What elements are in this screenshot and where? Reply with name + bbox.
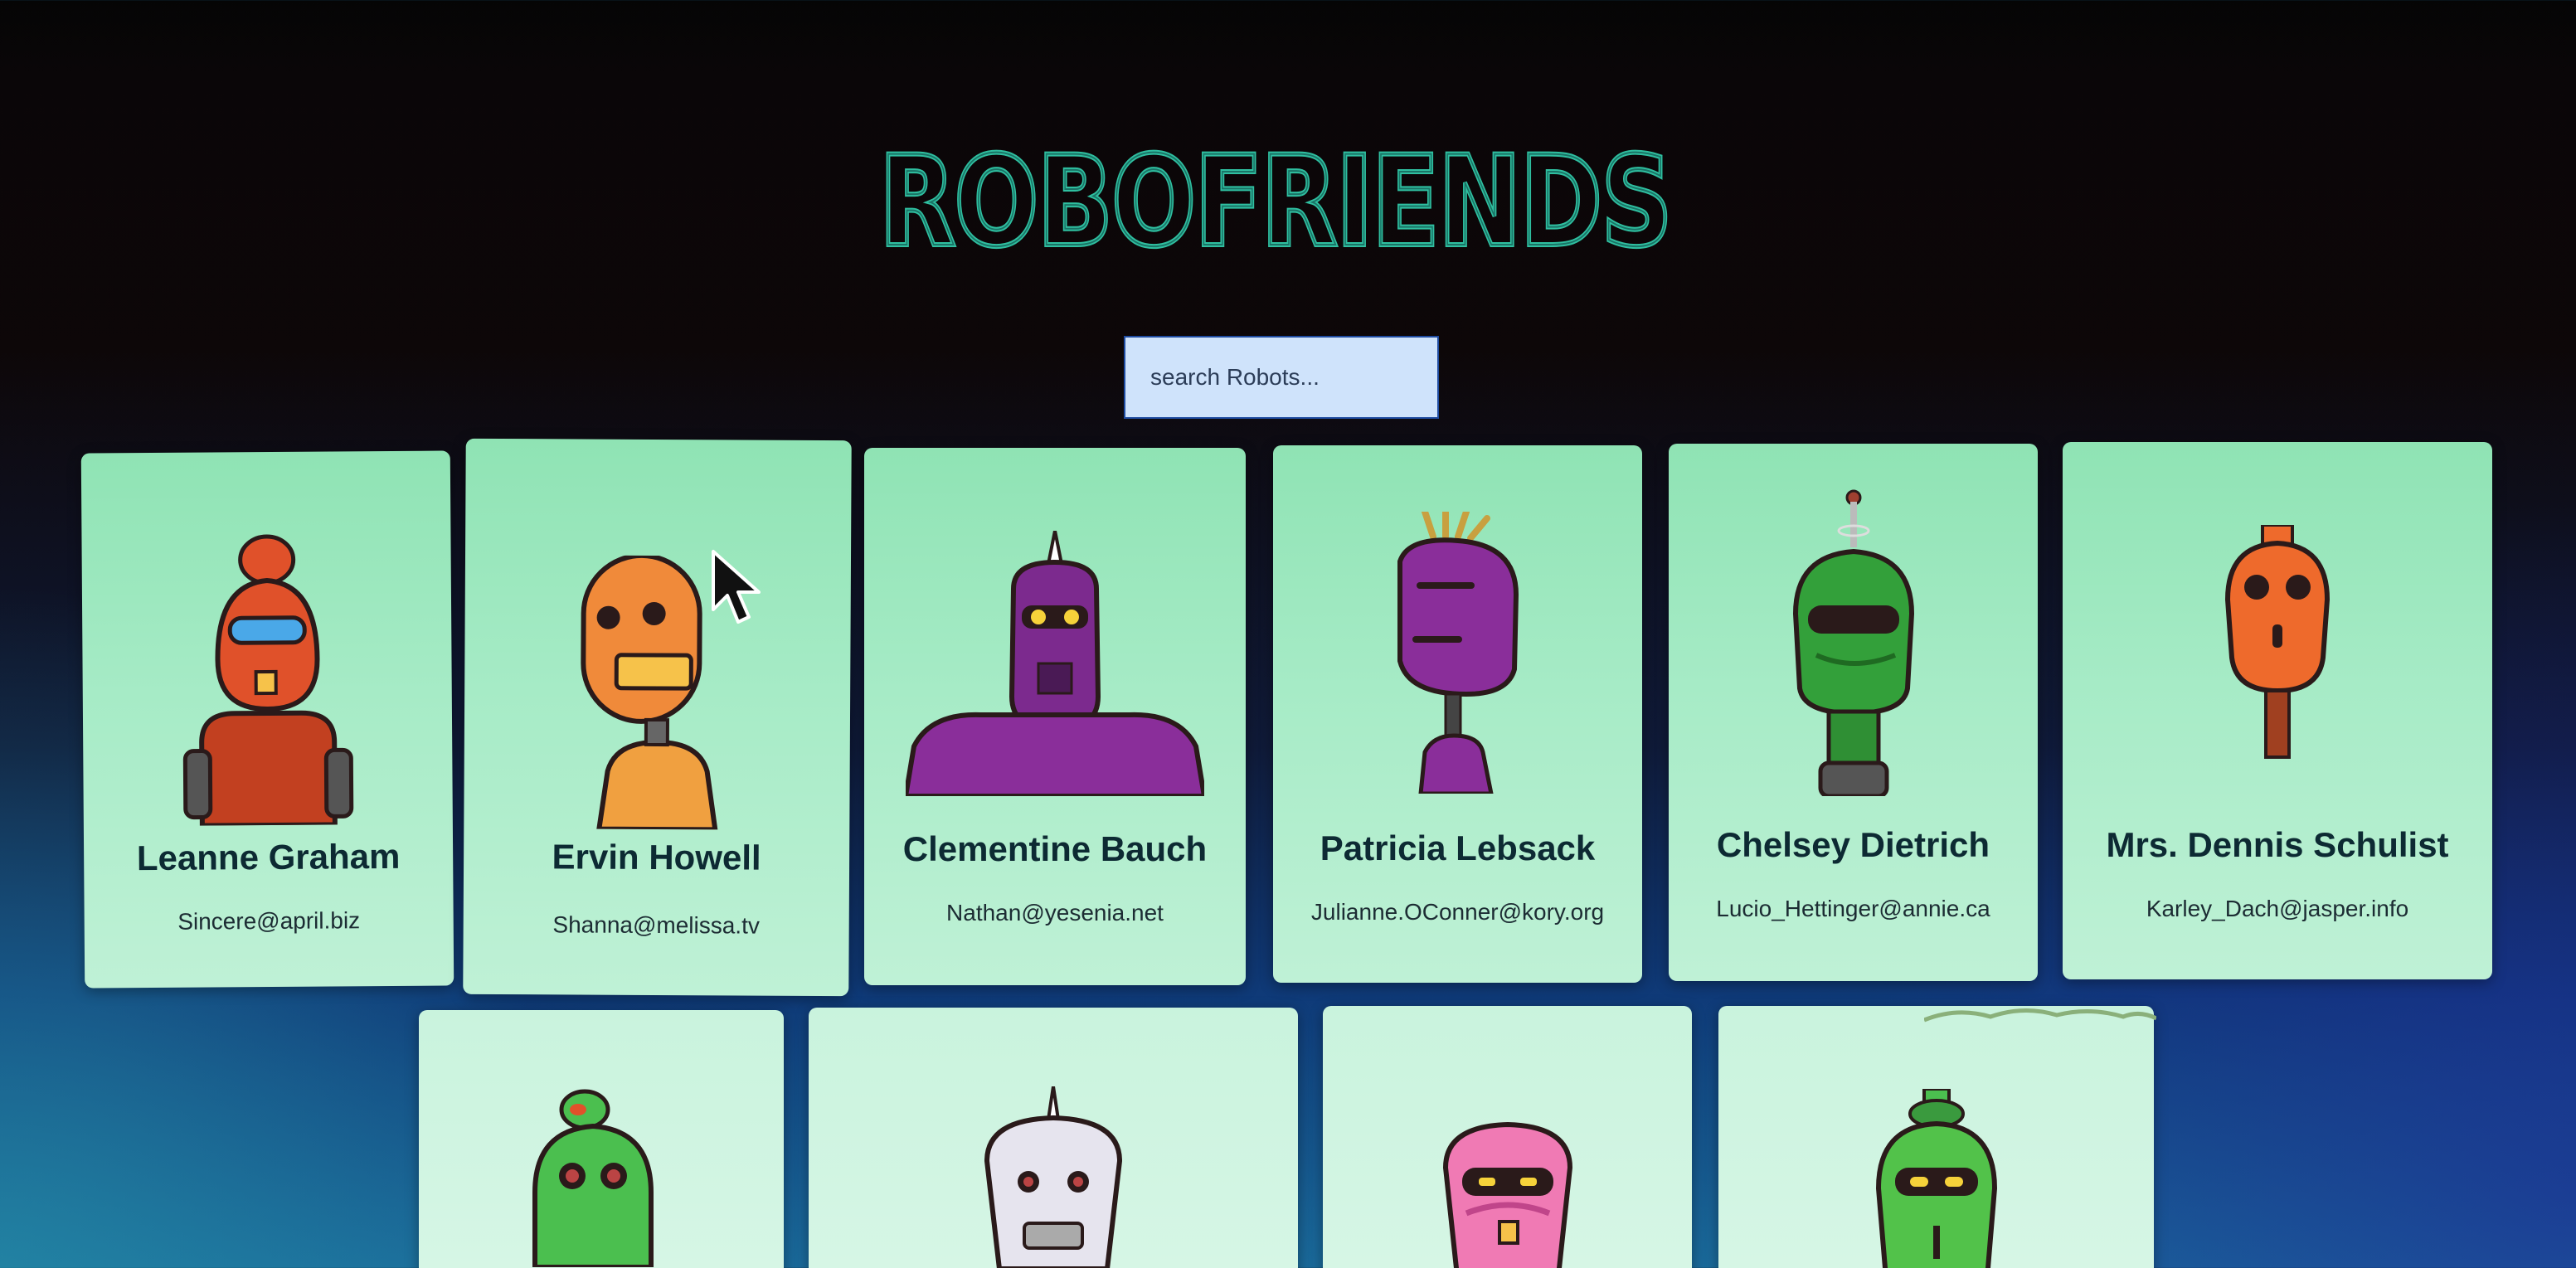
robot-card[interactable]: Ervin Howell Shanna@melissa.tv bbox=[463, 438, 852, 997]
robot-name: Leanne Graham bbox=[136, 836, 401, 878]
robot-email: Karley_Dach@jasper.info bbox=[2146, 896, 2409, 921]
robot-email: Julianne.OConner@kory.org bbox=[1310, 899, 1605, 925]
robot-card[interactable] bbox=[1323, 1006, 1692, 1268]
robot-name: Chelsey Dietrich bbox=[1716, 825, 1990, 864]
app-logo: ROBOFRIENDS ROBOFRIENDS bbox=[879, 137, 1675, 261]
robot-card[interactable] bbox=[1718, 1006, 2154, 1268]
robot-avatar bbox=[1875, 1089, 1997, 1268]
robot-name: Clementine Bauch bbox=[902, 829, 1208, 868]
robot-avatar bbox=[984, 1086, 1123, 1268]
robot-avatar bbox=[1792, 489, 1914, 796]
robot-card[interactable] bbox=[419, 1010, 784, 1268]
robot-avatar bbox=[1397, 512, 1519, 794]
robot-name: Mrs. Dennis Schulist bbox=[2106, 825, 2449, 864]
grass-decoration bbox=[1924, 1008, 2156, 1023]
robot-avatar bbox=[1442, 1121, 1572, 1268]
robot-card[interactable] bbox=[809, 1008, 1298, 1268]
robot-email: Lucio_Hettinger@annie.ca bbox=[1716, 896, 1990, 921]
robot-card[interactable]: Clementine Bauch Nathan@yesenia.net bbox=[864, 448, 1246, 985]
robot-email: Nathan@yesenia.net bbox=[946, 900, 1164, 925]
robot-avatar bbox=[2224, 525, 2331, 759]
robot-card[interactable]: Chelsey Dietrich Lucio_Hettinger@annie.c… bbox=[1669, 444, 2038, 981]
robot-name: Ervin Howell bbox=[552, 837, 761, 877]
robot-email: Shanna@melissa.tv bbox=[552, 911, 760, 939]
robot-name: Patricia Lebsack bbox=[1320, 828, 1596, 867]
robot-card[interactable]: Leanne Graham Sincere@april.biz bbox=[80, 450, 454, 989]
search-input[interactable] bbox=[1124, 336, 1439, 419]
robot-card[interactable]: Patricia Lebsack Julianne.OConner@kory.o… bbox=[1273, 445, 1642, 983]
robot-email: Sincere@april.biz bbox=[177, 907, 361, 935]
robot-card[interactable]: Mrs. Dennis Schulist Karley_Dach@jasper.… bbox=[2063, 442, 2492, 979]
robot-avatar bbox=[906, 531, 1204, 796]
robot-avatar bbox=[182, 534, 353, 826]
robot-avatar bbox=[532, 1089, 654, 1267]
robot-avatar bbox=[580, 555, 718, 830]
app-title-inner: ROBOFRIENDS bbox=[879, 137, 1671, 261]
